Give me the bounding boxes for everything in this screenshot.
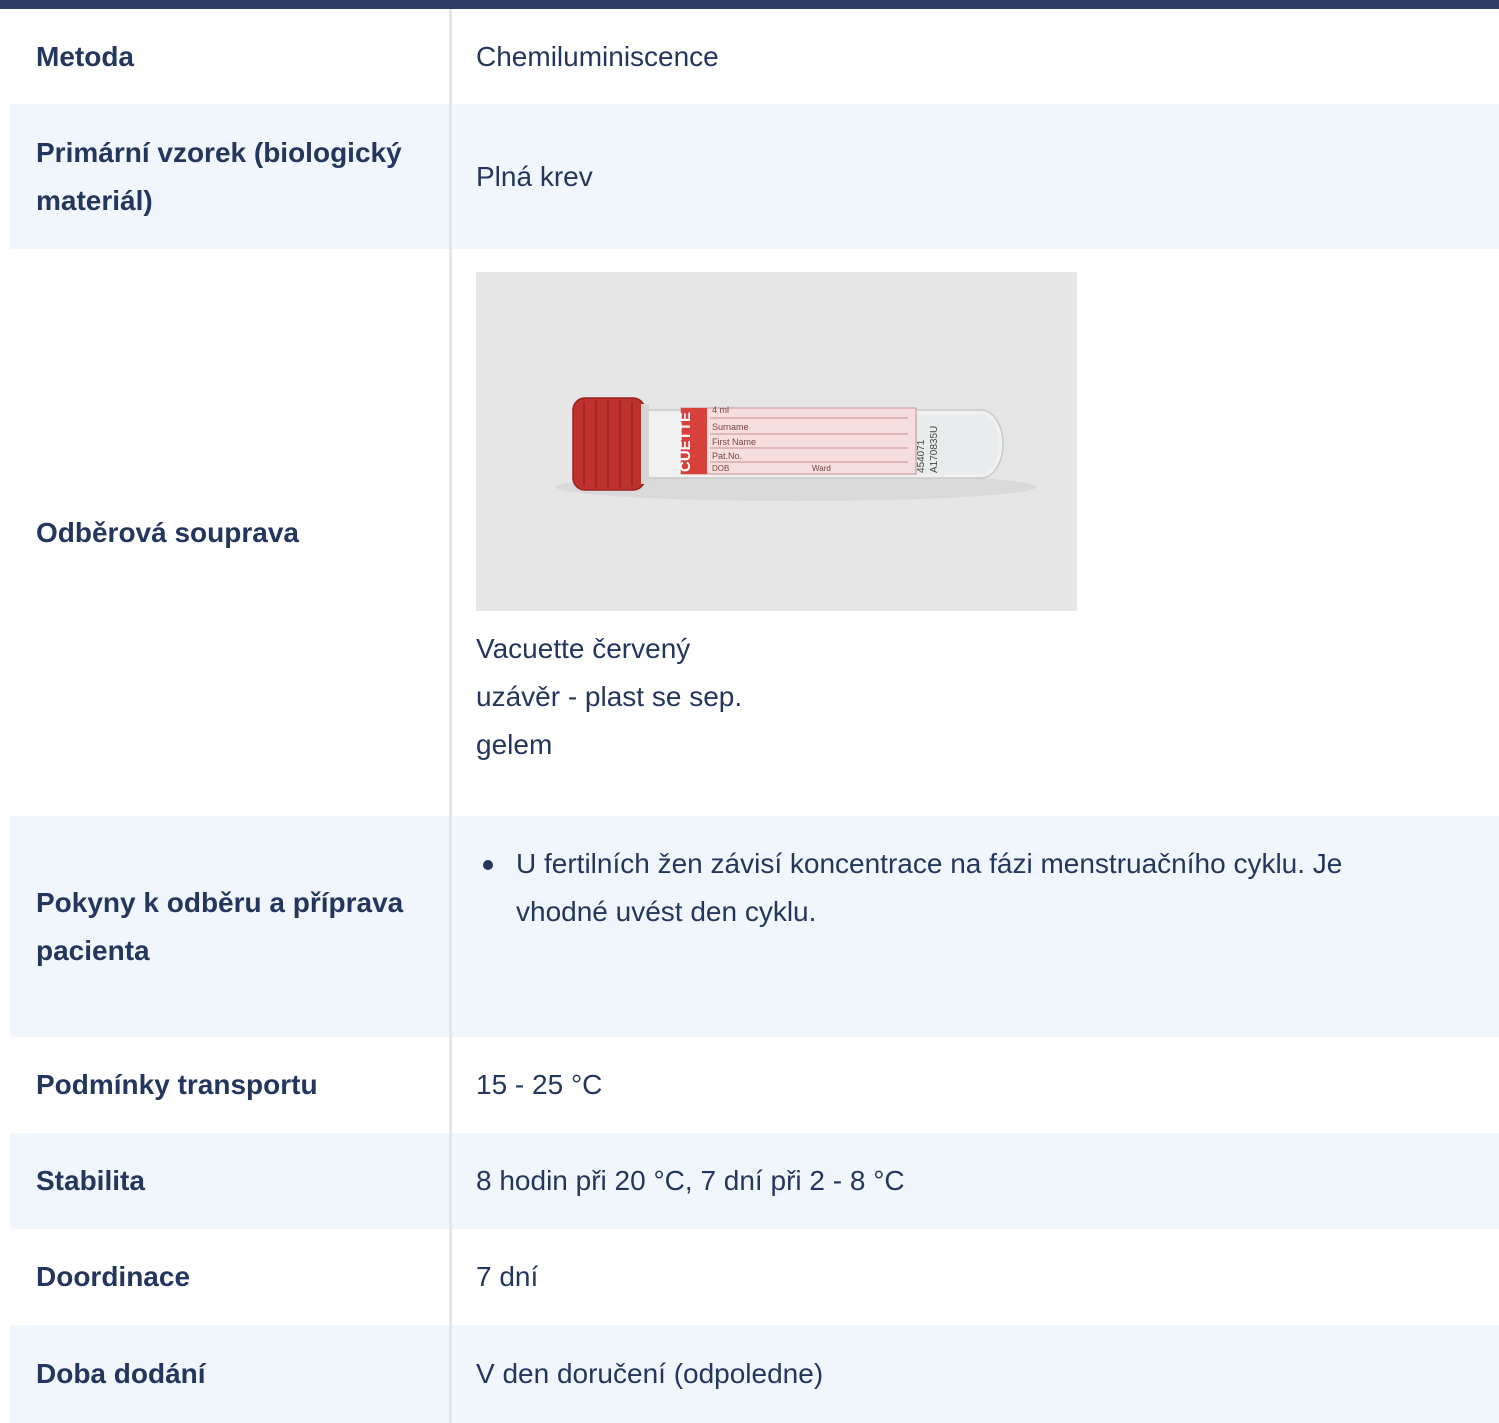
tube-band-text: CUETTE	[677, 412, 694, 472]
tube-code-2: A170835U	[929, 426, 940, 473]
row-label: Primární vzorek (biologický materiál)	[10, 104, 452, 249]
list-item: U fertilních žen závisí koncentrace na f…	[476, 840, 1416, 936]
table-top-border	[0, 0, 1499, 9]
test-details-table: Metoda Chemiluminiscence Primární vzorek…	[10, 9, 1499, 1423]
row-value: 15 - 25 °C	[476, 1069, 603, 1100]
vacuette-tube-image: CUETTE 4 ml Surname First Name Pat.No. D…	[476, 272, 1077, 611]
row-label: Doordinace	[10, 1229, 452, 1325]
row-label: Stabilita	[10, 1133, 452, 1229]
tube-field-dob: DOB	[712, 464, 729, 473]
table-row-method: Metoda Chemiluminiscence	[10, 9, 1499, 104]
table-row-stability: Stabilita 8 hodin při 20 °C, 7 dní při 2…	[10, 1133, 1499, 1229]
table-row-transport: Podmínky transportu 15 - 25 °C	[10, 1037, 1499, 1133]
tube-field-first-name: First Name	[712, 437, 756, 447]
row-value: Chemiluminiscence	[476, 40, 719, 72]
row-label: Metoda	[10, 9, 452, 104]
tube-field-surname: Surname	[712, 422, 749, 432]
tube-field-ward: Ward	[812, 464, 831, 473]
row-label: Pokyny k odběru a příprava pacienta	[10, 816, 452, 1037]
collection-kit-caption: Vacuette červený uzávěr - plast se sep. …	[476, 633, 743, 760]
row-label: Odběrová souprava	[10, 249, 452, 816]
row-label: Doba dodání	[10, 1325, 452, 1423]
instructions-list: U fertilních žen závisí koncentrace na f…	[476, 840, 1416, 936]
row-value: CUETTE 4 ml Surname First Name Pat.No. D…	[452, 249, 1499, 816]
row-value: 8 hodin při 20 °C, 7 dní při 2 - 8 °C	[476, 1165, 905, 1196]
row-value: V den doručení (odpoledne)	[476, 1358, 824, 1389]
row-value: U fertilních žen závisí koncentrace na f…	[452, 816, 1499, 1037]
row-value: 7 dní	[476, 1261, 539, 1292]
table-row-sample: Primární vzorek (biologický materiál) Pl…	[10, 104, 1499, 249]
table-row-additional-order: Doordinace 7 dní	[10, 1229, 1499, 1325]
row-value: Plná krev	[476, 160, 593, 192]
table-row-instructions: Pokyny k odběru a příprava pacienta U fe…	[10, 816, 1499, 1037]
tube-code-1: 454071	[916, 439, 927, 473]
tube-field-pat-no: Pat.No.	[712, 451, 742, 461]
table-row-collection-kit: Odběrová souprava CUETTE 4 ml Surname Fi…	[10, 249, 1499, 816]
row-label: Podmínky transportu	[10, 1037, 452, 1133]
table-row-delivery-time: Doba dodání V den doručení (odpoledne)	[10, 1325, 1499, 1423]
tube-volume-text: 4 ml	[712, 405, 729, 415]
